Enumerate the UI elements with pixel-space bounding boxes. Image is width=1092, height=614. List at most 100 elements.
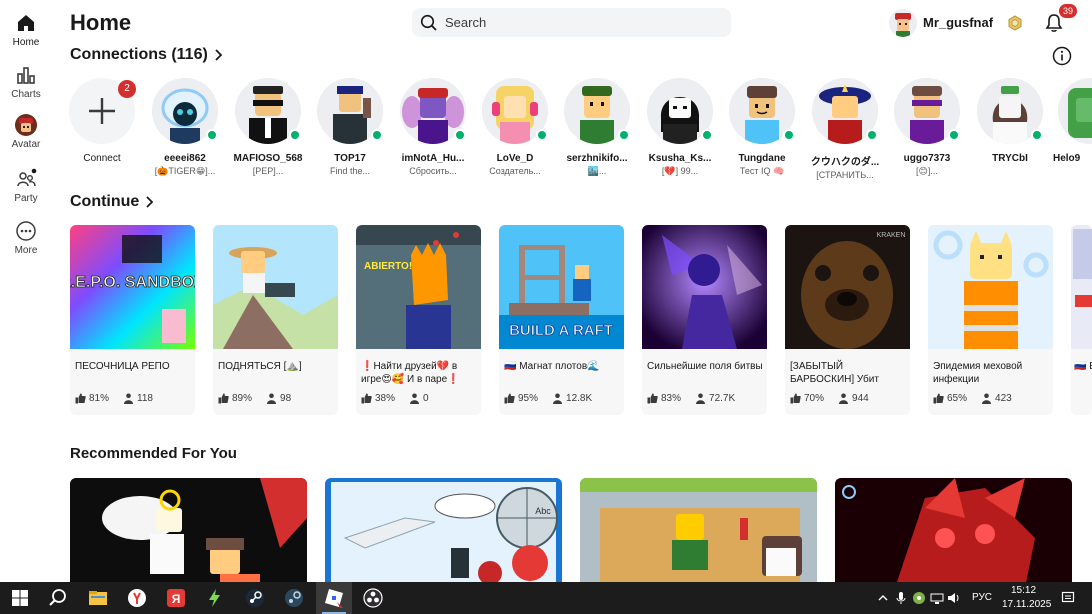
connection-name: MAFIOSO_568 xyxy=(233,153,303,164)
players-icon xyxy=(696,393,706,404)
recommended-tile[interactable]: Abc xyxy=(325,478,562,582)
game-thumbnail: BUILD A RAFT xyxy=(499,225,624,349)
recommended-thumbnail xyxy=(835,478,1072,582)
recommended-tile[interactable] xyxy=(835,478,1072,582)
connection-name: imNotA_Hu... xyxy=(401,153,465,164)
svg-text:Я: Я xyxy=(172,592,181,606)
game-card[interactable]: R.E.P.O. SANDBOX ПЕСОЧНИЦА РЕПО 81% 118 xyxy=(70,225,195,415)
nav-avatar[interactable]: Avatar xyxy=(0,114,52,150)
more-icon xyxy=(16,221,36,241)
online-status-dot xyxy=(454,129,466,141)
language-indicator[interactable]: РУС xyxy=(972,592,992,603)
connection-avatar xyxy=(564,78,630,144)
obs-icon[interactable] xyxy=(362,587,384,609)
connection-avatar xyxy=(977,78,1043,144)
chevron-up-icon[interactable] xyxy=(876,591,890,605)
tray-app-icon[interactable] xyxy=(912,591,926,605)
yandex-icon[interactable]: Я xyxy=(165,587,187,609)
windows-start-icon[interactable] xyxy=(9,587,31,609)
notification-center-icon[interactable] xyxy=(1061,591,1075,605)
file-explorer-icon[interactable] xyxy=(87,587,109,609)
players-icon xyxy=(410,393,420,404)
connection-name: TRYCbI xyxy=(992,153,1028,164)
continue-header[interactable]: Continue xyxy=(70,193,154,211)
thumbs-up-icon xyxy=(933,393,944,404)
game-card[interactable]: KRAKEN [ЗАБЫТЫЙ БАРБОСКИН] Убит 70% 944 xyxy=(785,225,910,415)
connection-item[interactable]: imNotA_Hu... Сбросить... xyxy=(393,78,473,176)
nav-more[interactable]: More xyxy=(0,220,52,256)
connection-name: クウハクのダ... xyxy=(810,157,880,168)
game-players: 423 xyxy=(995,393,1012,404)
game-card[interactable]: ABIERTO! ❗Найти друзей💔 в игре😍🥰 И в пар… xyxy=(356,225,481,415)
game-players: 944 xyxy=(852,393,869,404)
game-rating: 95% xyxy=(518,393,539,404)
thumbs-up-icon xyxy=(790,393,801,404)
search-bar[interactable] xyxy=(412,8,731,37)
recommended-thumbnail xyxy=(70,478,307,582)
robux-icon[interactable] xyxy=(1007,15,1023,31)
thumb-text: Abc xyxy=(535,506,551,516)
game-card[interactable]: 🇷🇺 Бе xyxy=(1071,225,1092,415)
roblox-icon[interactable] xyxy=(323,587,345,609)
nav-charts-label: Charts xyxy=(11,89,41,100)
game-stats: 83% 72.7K xyxy=(647,393,735,404)
home-icon xyxy=(18,15,34,31)
game-stats: 81% 118 xyxy=(75,393,153,404)
microphone-icon[interactable] xyxy=(894,591,908,605)
game-thumbnail xyxy=(1071,225,1092,349)
game-card[interactable]: Эпидемия меховой инфекции 65% 423 xyxy=(928,225,1053,415)
game-card[interactable]: BUILD A RAFT 🇷🇺 Магнат плотов🌊 95% 12.8K xyxy=(499,225,624,415)
thumbs-up-icon xyxy=(647,393,658,404)
user-avatar[interactable] xyxy=(889,9,917,37)
roblox-app: Home Charts Avatar Party More Home Mr_gu… xyxy=(0,0,1092,582)
game-card[interactable]: Сильнейшие поля битвы 83% 72.7K xyxy=(642,225,767,415)
volume-icon[interactable] xyxy=(947,591,961,605)
connection-name: TOP17 xyxy=(334,153,366,164)
game-thumbnail xyxy=(213,225,338,349)
network-icon[interactable] xyxy=(930,591,944,605)
game-card[interactable]: ПОДНЯТЬСЯ [⛰️] 89% 98 xyxy=(213,225,338,415)
game-title: 🇷🇺 Бе xyxy=(1074,361,1092,372)
yandex-browser-icon[interactable] xyxy=(126,587,148,609)
search-icon[interactable] xyxy=(47,587,69,609)
recommended-tile[interactable] xyxy=(580,478,817,582)
game-thumbnail xyxy=(642,225,767,349)
game-rating: 89% xyxy=(232,393,253,404)
game-players: 0 xyxy=(423,393,429,404)
game-title: Сильнейшие поля битвы xyxy=(647,361,763,372)
connect-button[interactable]: 2 Connect xyxy=(62,78,142,164)
connection-item[interactable]: クウハクのダ... [СТРАНИТЬ... xyxy=(805,78,885,180)
connections-header[interactable]: Connections (116) xyxy=(70,46,223,64)
connection-item[interactable]: TOP17 Find the... xyxy=(310,78,390,176)
nav-party[interactable]: Party xyxy=(0,168,52,204)
lightning-app-icon[interactable] xyxy=(204,587,226,609)
username[interactable]: Mr_gusfnaf xyxy=(923,15,993,30)
game-thumbnail: KRAKEN xyxy=(785,225,910,349)
connection-item[interactable]: TRYCbI xyxy=(970,78,1050,166)
connection-status: 🏙️... xyxy=(587,166,607,176)
steam-icon[interactable] xyxy=(244,587,266,609)
connection-item[interactable]: eeeei862 [🎃TIGER😁]... xyxy=(145,78,225,177)
steam-icon-2[interactable] xyxy=(283,587,305,609)
connect-circle: 2 xyxy=(69,78,136,144)
info-icon[interactable] xyxy=(1052,46,1072,66)
clock-time[interactable]: 15:12 xyxy=(1011,585,1036,596)
connection-name: uggo7373 xyxy=(903,153,951,164)
charts-icon xyxy=(17,67,35,84)
connection-avatar xyxy=(317,78,383,144)
connection-item[interactable]: Tungdane Тест IQ 🧠 xyxy=(722,78,802,177)
search-input[interactable] xyxy=(445,12,715,33)
nav-home[interactable]: Home xyxy=(0,12,52,48)
connection-item[interactable]: MAFIOSO_568 [PEP]... xyxy=(228,78,308,176)
connection-status: Find the... xyxy=(329,166,371,176)
nav-charts[interactable]: Charts xyxy=(0,64,52,100)
connection-item[interactable]: LoVe_D Создатель... xyxy=(475,78,555,176)
recommended-tile[interactable] xyxy=(70,478,307,582)
connection-item[interactable]: Ksusha_Ks... [💔] 99... xyxy=(640,78,720,177)
clock-date[interactable]: 17.11.2025 xyxy=(1002,599,1051,610)
game-stats: 95% 12.8K xyxy=(504,393,592,404)
connection-item[interactable]: uggo7373 [😊]... xyxy=(887,78,967,177)
connection-item[interactable]: serzhnikifo... 🏙️... xyxy=(557,78,637,177)
connection-item[interactable]: Helo9 xyxy=(1052,78,1092,164)
online-status-dot xyxy=(1031,129,1043,141)
